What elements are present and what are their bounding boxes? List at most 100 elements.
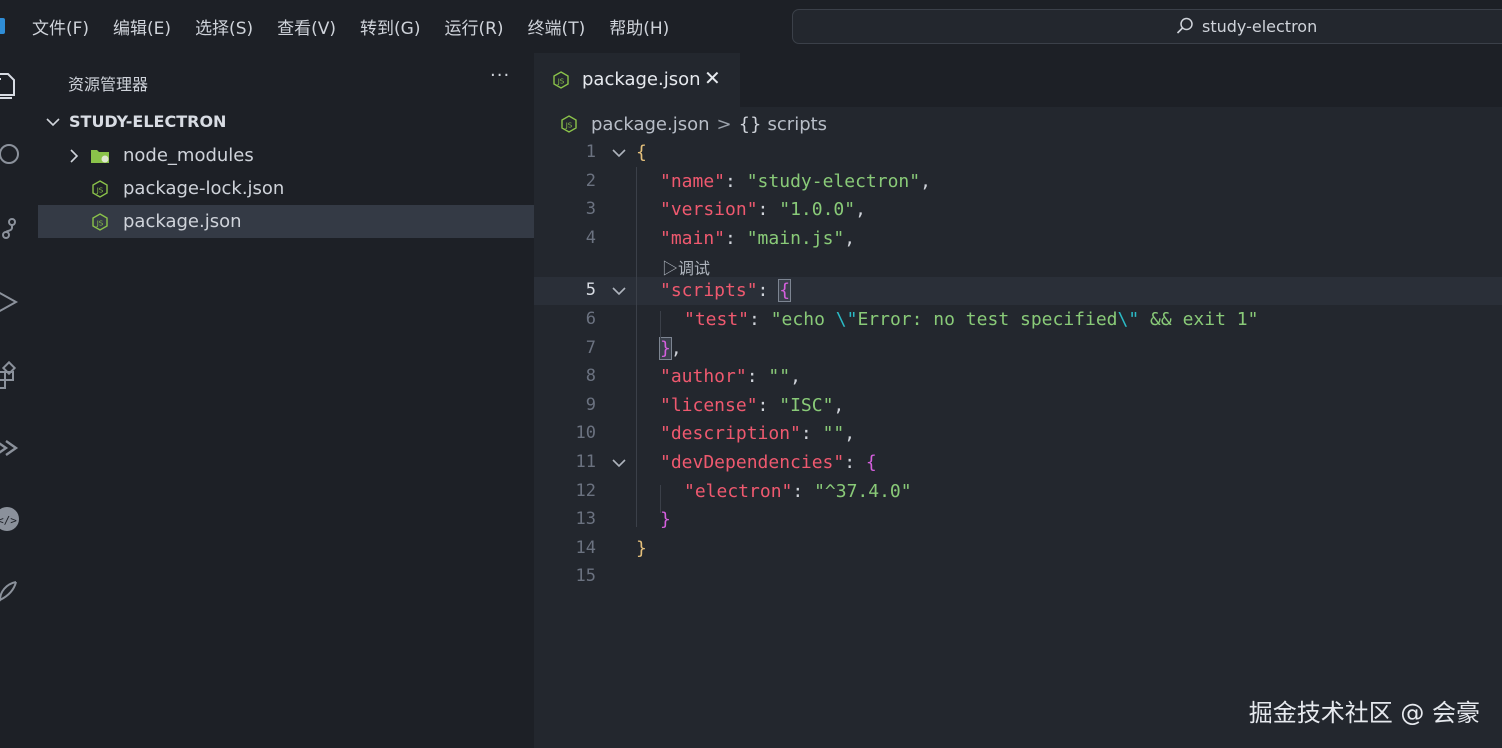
menu-go[interactable]: 转到(G) xyxy=(360,14,420,39)
debug-codelens[interactable]: ▷调试 xyxy=(662,255,710,279)
code-token: "version" xyxy=(660,199,758,221)
code-token: : xyxy=(746,366,769,388)
nodejs-file-icon: JS xyxy=(92,180,108,198)
code-line[interactable]: 13} xyxy=(534,506,1502,534)
code-text: } xyxy=(660,509,671,530)
explorer-icon[interactable] xyxy=(0,71,22,101)
code-token: : xyxy=(749,309,771,330)
tab-package-json[interactable]: JS package.json ✕ xyxy=(534,53,740,107)
menu-terminal[interactable]: 终端(T) xyxy=(528,14,586,39)
editor-tab-bar: JS package.json ✕ xyxy=(534,53,1502,107)
menu-view[interactable]: 查看(V) xyxy=(277,14,336,39)
chevron-down-icon xyxy=(46,118,60,127)
code-line[interactable]: 5 "scripts": { xyxy=(534,277,1502,306)
code-token: , xyxy=(833,394,845,416)
workspace-folder-header[interactable]: STUDY-ELECTRON xyxy=(38,108,534,136)
code-token: \" xyxy=(835,309,858,330)
menu-selection[interactable]: 选择(S) xyxy=(195,14,253,39)
tree-item-node-modules[interactable]: node_modules xyxy=(38,139,534,172)
svg-text:JS: JS xyxy=(96,187,104,195)
code-line[interactable]: 4 "main": "main.js", xyxy=(534,225,1502,253)
code-line[interactable]: 3 "version": "1.0.0", xyxy=(534,196,1502,224)
line-number: 15 xyxy=(575,566,596,587)
code-token: "license" xyxy=(660,394,758,416)
feather-icon[interactable] xyxy=(0,578,22,608)
code-token: { xyxy=(636,142,647,163)
line-number: 5 xyxy=(585,280,596,301)
code-line[interactable]: 2 "name": "study-electron", xyxy=(534,168,1502,196)
code-line[interactable]: 9 "license": "ISC", xyxy=(534,392,1502,420)
code-text: "test": "echo \"Error: no test specified… xyxy=(684,309,1258,330)
code-text: }, xyxy=(659,336,682,360)
activity-bar: </> xyxy=(0,53,38,748)
code-text: "scripts": { xyxy=(660,279,792,303)
code-line[interactable]: 8 "author": "", xyxy=(534,363,1502,391)
line-number: 9 xyxy=(585,394,596,415)
breadcrumb-symbol[interactable]: scripts xyxy=(768,114,828,135)
menu-edit[interactable]: 编辑(E) xyxy=(113,14,171,39)
code-line[interactable]: 6 "test": "echo \"Error: no test specifie… xyxy=(534,306,1502,334)
code-text: "devDependencies": { xyxy=(660,452,877,473)
extensions-icon[interactable] xyxy=(0,360,22,390)
code-token: : xyxy=(792,480,815,502)
code-token: { xyxy=(778,279,792,303)
nodejs-file-icon: JS xyxy=(92,213,108,231)
watermark: 掘金技术社区 @ 会豪 xyxy=(1248,699,1480,727)
code-token: : xyxy=(800,423,823,445)
breadcrumb: JS package.json > {} scripts xyxy=(560,111,827,137)
search-icon[interactable] xyxy=(0,141,22,171)
fold-chevron-icon[interactable] xyxy=(611,456,627,470)
code-token: "name" xyxy=(660,170,726,192)
code-line[interactable]: 15 xyxy=(534,563,1502,591)
code-token: "scripts" xyxy=(660,280,758,302)
code-token: "study-electron" xyxy=(746,170,921,192)
line-number: 11 xyxy=(575,452,596,472)
fold-chevron-icon[interactable] xyxy=(611,284,627,298)
code-text: "author": "", xyxy=(660,366,801,387)
code-line[interactable]: 10 "description": "", xyxy=(534,420,1502,448)
vscode-logo-icon xyxy=(0,18,5,34)
line-number: 8 xyxy=(585,366,596,387)
svg-text:</>: </> xyxy=(0,514,17,527)
code-token: : xyxy=(757,280,780,302)
nodejs-file-icon: JS xyxy=(553,71,569,89)
close-icon[interactable]: ✕ xyxy=(704,66,721,90)
api-tool-icon[interactable]: </> xyxy=(0,504,22,534)
line-number: 10 xyxy=(575,423,596,444)
svg-text:JS: JS xyxy=(565,122,573,130)
indent-guide xyxy=(660,311,661,339)
menu-file[interactable]: 文件(F) xyxy=(32,14,89,39)
code-text: "version": "1.0.0", xyxy=(660,199,866,220)
run-debug-icon[interactable] xyxy=(0,287,22,317)
code-token: } xyxy=(660,509,671,531)
command-center-search[interactable]: study-electron xyxy=(792,9,1502,44)
tree-item-label: package-lock.json xyxy=(123,178,285,199)
title-bar: 文件(F) 编辑(E) 选择(S) 查看(V) 转到(G) 运行(R) 终端(T… xyxy=(0,0,1502,53)
code-text: { xyxy=(636,142,647,163)
menu-run[interactable]: 运行(R) xyxy=(444,14,503,39)
fold-chevron-icon[interactable] xyxy=(611,146,627,160)
code-text: "main": "main.js", xyxy=(660,228,855,249)
code-text: } xyxy=(636,538,647,559)
code-token: , xyxy=(920,170,931,192)
code-line[interactable]: 1{ xyxy=(534,139,1502,167)
code-token: "author" xyxy=(660,366,747,388)
code-line[interactable]: 12 "electron": "^37.4.0" xyxy=(534,478,1502,506)
tree-item-package-lock[interactable]: JS package-lock.json xyxy=(38,172,534,205)
code-token: "main" xyxy=(660,227,726,249)
remote-explorer-icon[interactable] xyxy=(0,433,22,463)
code-line[interactable]: 14} xyxy=(534,535,1502,563)
menu-help[interactable]: 帮助(H) xyxy=(609,14,669,39)
source-control-icon[interactable] xyxy=(0,213,22,243)
tree-item-package-json[interactable]: JS package.json xyxy=(38,205,534,238)
line-number: 7 xyxy=(585,337,596,358)
code-editor[interactable]: JS package.json > {} scripts 1{2 "name": … xyxy=(534,107,1502,748)
code-token: "test" xyxy=(684,309,750,330)
code-token: "description" xyxy=(660,423,801,445)
more-actions-icon[interactable]: ··· xyxy=(490,65,510,86)
breadcrumb-file[interactable]: package.json xyxy=(591,114,710,135)
code-line[interactable]: 11 "devDependencies": { xyxy=(534,449,1502,477)
menu-bar: 文件(F) 编辑(E) 选择(S) 查看(V) 转到(G) 运行(R) 终端(T… xyxy=(32,0,693,53)
code-line[interactable]: 7}, xyxy=(534,335,1502,363)
code-token: , xyxy=(790,366,801,388)
